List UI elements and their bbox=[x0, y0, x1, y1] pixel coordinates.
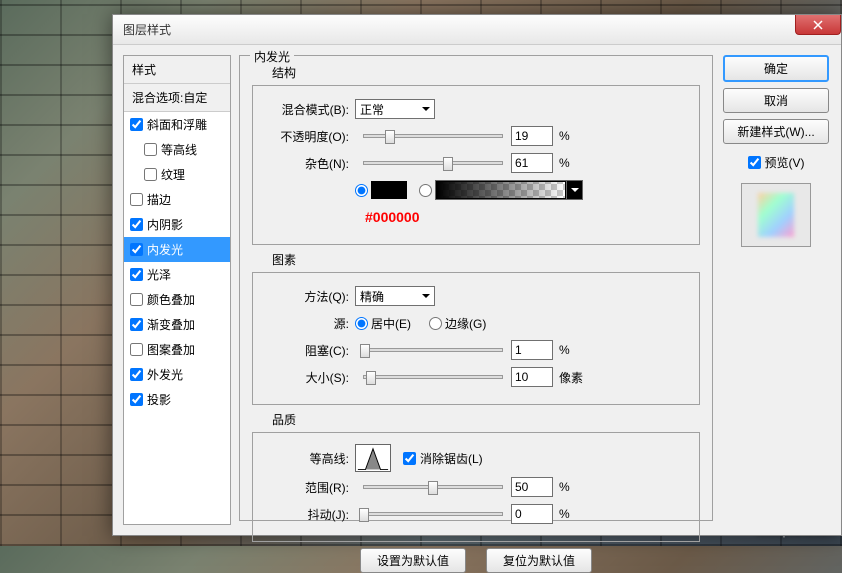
gradient-dropdown[interactable] bbox=[566, 181, 582, 199]
layer-style-dialog: 图层样式 样式 混合选项:自定 斜面和浮雕等高线纹理描边内阴影内发光光泽颜色叠加… bbox=[112, 14, 842, 536]
opacity-label: 不透明度(O): bbox=[265, 128, 355, 145]
ok-button[interactable]: 确定 bbox=[723, 55, 829, 82]
style-checkbox[interactable] bbox=[130, 243, 143, 256]
size-label: 大小(S): bbox=[265, 369, 355, 386]
size-slider[interactable] bbox=[363, 375, 503, 379]
style-checkbox[interactable] bbox=[130, 193, 143, 206]
style-checkbox[interactable] bbox=[144, 168, 157, 181]
method-label: 方法(Q): bbox=[265, 288, 355, 305]
style-label: 光泽 bbox=[147, 266, 171, 283]
style-item[interactable]: 等高线 bbox=[124, 137, 230, 162]
titlebar[interactable]: 图层样式 bbox=[113, 15, 841, 45]
structure-legend: 结构 bbox=[272, 64, 700, 81]
source-edge-radio[interactable] bbox=[429, 317, 442, 330]
make-default-button[interactable]: 设置为默认值 bbox=[360, 548, 466, 573]
jitter-slider[interactable] bbox=[363, 512, 503, 516]
style-label: 斜面和浮雕 bbox=[147, 116, 207, 133]
style-label: 等高线 bbox=[161, 141, 197, 158]
gradient-radio[interactable] bbox=[419, 184, 432, 197]
opacity-slider[interactable] bbox=[363, 134, 503, 138]
jitter-label: 抖动(J): bbox=[265, 506, 355, 523]
style-label: 内阴影 bbox=[147, 216, 183, 233]
gradient-swatch[interactable] bbox=[436, 181, 566, 199]
size-input[interactable] bbox=[511, 367, 553, 387]
style-label: 图案叠加 bbox=[147, 341, 195, 358]
opacity-input[interactable] bbox=[511, 126, 553, 146]
contour-label: 等高线: bbox=[265, 450, 355, 467]
style-item[interactable]: 投影 bbox=[124, 387, 230, 412]
style-checkbox[interactable] bbox=[130, 218, 143, 231]
style-item[interactable]: 颜色叠加 bbox=[124, 287, 230, 312]
style-checkbox[interactable] bbox=[130, 118, 143, 131]
close-icon bbox=[813, 20, 823, 30]
style-item[interactable]: 斜面和浮雕 bbox=[124, 112, 230, 137]
blend-mode-label: 混合模式(B): bbox=[265, 101, 355, 118]
choke-label: 阻塞(C): bbox=[265, 342, 355, 359]
color-radio[interactable] bbox=[355, 184, 368, 197]
choke-slider[interactable] bbox=[363, 348, 503, 352]
blend-mode-select[interactable]: 正常 bbox=[355, 99, 435, 119]
hex-annotation: #000000 bbox=[365, 209, 420, 225]
style-checkbox[interactable] bbox=[130, 293, 143, 306]
style-label: 内发光 bbox=[147, 241, 183, 258]
preview-checkbox[interactable] bbox=[748, 156, 761, 169]
style-item[interactable]: 渐变叠加 bbox=[124, 312, 230, 337]
style-item[interactable]: 描边 bbox=[124, 187, 230, 212]
source-label: 源: bbox=[265, 315, 355, 332]
contour-picker[interactable] bbox=[355, 444, 391, 472]
panel-legend: 内发光 bbox=[250, 48, 294, 65]
antialias-checkbox[interactable] bbox=[403, 452, 416, 465]
jitter-input[interactable] bbox=[511, 504, 553, 524]
range-slider[interactable] bbox=[363, 485, 503, 489]
dialog-title: 图层样式 bbox=[123, 21, 171, 38]
right-panel: 确定 取消 新建样式(W)... 预览(V) bbox=[721, 55, 831, 525]
noise-slider[interactable] bbox=[363, 161, 503, 165]
style-label: 渐变叠加 bbox=[147, 316, 195, 333]
range-input[interactable] bbox=[511, 477, 553, 497]
style-item[interactable]: 内发光 bbox=[124, 237, 230, 262]
noise-input[interactable] bbox=[511, 153, 553, 173]
cancel-button[interactable]: 取消 bbox=[723, 88, 829, 113]
preview-thumbnail bbox=[741, 183, 811, 247]
method-select[interactable]: 精确 bbox=[355, 286, 435, 306]
style-label: 纹理 bbox=[161, 166, 185, 183]
range-label: 范围(R): bbox=[265, 479, 355, 496]
style-label: 外发光 bbox=[147, 366, 183, 383]
blend-options-item[interactable]: 混合选项:自定 bbox=[124, 84, 230, 112]
style-label: 描边 bbox=[147, 191, 171, 208]
styles-header[interactable]: 样式 bbox=[124, 56, 230, 84]
style-checkbox[interactable] bbox=[130, 268, 143, 281]
style-checkbox[interactable] bbox=[130, 393, 143, 406]
reset-default-button[interactable]: 复位为默认值 bbox=[486, 548, 592, 573]
close-button[interactable] bbox=[795, 15, 841, 35]
color-swatch[interactable] bbox=[371, 181, 407, 199]
style-label: 颜色叠加 bbox=[147, 291, 195, 308]
style-item[interactable]: 纹理 bbox=[124, 162, 230, 187]
styles-list: 样式 混合选项:自定 斜面和浮雕等高线纹理描边内阴影内发光光泽颜色叠加渐变叠加图… bbox=[123, 55, 231, 525]
style-checkbox[interactable] bbox=[130, 343, 143, 356]
style-label: 投影 bbox=[147, 391, 171, 408]
choke-input[interactable] bbox=[511, 340, 553, 360]
style-item[interactable]: 图案叠加 bbox=[124, 337, 230, 362]
style-item[interactable]: 外发光 bbox=[124, 362, 230, 387]
style-item[interactable]: 内阴影 bbox=[124, 212, 230, 237]
style-checkbox[interactable] bbox=[130, 368, 143, 381]
settings-panel: 内发光 结构 混合模式(B): 正常 不透明度(O): % 杂色(N): bbox=[239, 55, 713, 525]
style-checkbox[interactable] bbox=[144, 143, 157, 156]
style-item[interactable]: 光泽 bbox=[124, 262, 230, 287]
elements-legend: 图素 bbox=[272, 251, 700, 268]
noise-label: 杂色(N): bbox=[265, 155, 355, 172]
style-checkbox[interactable] bbox=[130, 318, 143, 331]
quality-legend: 品质 bbox=[272, 411, 700, 428]
new-style-button[interactable]: 新建样式(W)... bbox=[723, 119, 829, 144]
source-center-radio[interactable] bbox=[355, 317, 368, 330]
